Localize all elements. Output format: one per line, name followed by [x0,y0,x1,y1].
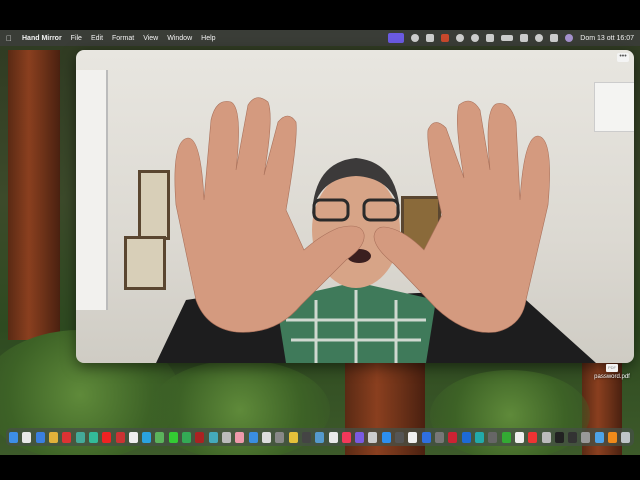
app-icon-16[interactable] [355,431,365,443]
app-icon-15[interactable] [328,431,338,443]
app-name-menu[interactable]: Hand Mirror [22,35,62,42]
app-icon-30[interactable] [568,431,578,443]
window-options-button[interactable]: ••• [617,53,629,62]
menu-file[interactable]: File [71,35,82,42]
control-center-icon[interactable] [550,34,559,42]
battery-icon[interactable] [501,35,514,41]
folder-icon[interactable] [594,431,604,443]
screen-icon[interactable] [486,34,495,42]
app-icon-8[interactable] [222,431,231,443]
desktop-file-label: password.pdf [594,374,630,380]
app-icon-24[interactable] [488,431,498,443]
messages-icon[interactable] [168,431,178,443]
menu-format[interactable]: Format [112,35,134,42]
safari-icon[interactable] [35,431,45,443]
app-icon-17[interactable] [368,431,378,443]
trash-icon[interactable] [621,431,631,443]
telegram-icon[interactable] [142,431,152,443]
app-icon-7[interactable] [208,431,218,443]
launchpad-icon[interactable] [22,431,32,443]
app-icon-10[interactable] [261,431,271,443]
upload-icon[interactable] [426,34,435,42]
app-icon-23[interactable] [474,431,484,443]
dock [6,428,634,446]
app-store-icon[interactable] [381,431,391,443]
app-icon-14[interactable] [315,431,325,443]
pdf-file-icon: PDF [606,364,618,372]
app-icon-22[interactable] [461,431,471,443]
camera-feed [156,97,596,363]
status-area: Dom 13 ott 16:07 [388,30,634,46]
play-icon[interactable] [471,34,480,42]
fire-icon[interactable] [441,34,450,42]
menu-bar:  Hand Mirror File Edit Format View Wind… [0,30,640,46]
app-icon-12[interactable] [288,431,298,443]
app-icon-6[interactable] [195,431,205,443]
photos-icon[interactable] [235,431,245,443]
record-icon[interactable] [411,34,420,42]
youtube-icon[interactable] [102,431,112,443]
vlc-icon[interactable] [608,431,618,443]
apple-icon[interactable]:  [6,34,16,43]
screen-share-icon[interactable] [388,33,405,43]
hand-mirror-window[interactable]: ••• [76,50,634,363]
app-icon-13[interactable] [301,431,311,443]
music-icon[interactable] [341,431,351,443]
wallpaper-trunk-left [8,50,60,340]
app-icon-28[interactable] [541,431,551,443]
app-icon-20[interactable] [435,431,444,443]
siri-icon[interactable] [565,34,574,42]
app-icon-3[interactable] [88,431,98,443]
app-icon-27[interactable] [528,431,538,443]
maps-icon[interactable] [155,431,165,443]
gmail-icon[interactable] [128,431,138,443]
menu-window[interactable]: Window [167,35,192,42]
finder-icon[interactable] [9,431,18,443]
app-icon-2[interactable] [75,431,85,443]
dropbox-icon[interactable] [421,431,431,443]
search-icon[interactable] [535,34,544,42]
menu-help[interactable]: Help [201,35,215,42]
menu-edit[interactable]: Edit [91,35,103,42]
app-icon-29[interactable] [554,431,564,443]
app-icon-21[interactable] [448,431,458,443]
app-icon-4[interactable] [115,431,125,443]
app-icon-18[interactable] [395,431,405,443]
app-icon-19[interactable] [408,431,418,443]
menubar-clock[interactable]: Dom 13 ott 16:07 [580,35,634,42]
app-icon-11[interactable] [275,431,285,443]
chrome-icon[interactable] [48,431,58,443]
eye-icon[interactable] [456,34,465,42]
app-icon-9[interactable] [248,431,258,443]
app-icon-5[interactable] [182,431,192,443]
menu-view[interactable]: View [143,35,158,42]
app-icon-1[interactable] [62,431,72,443]
app-icon-26[interactable] [514,431,524,443]
wifi-icon[interactable] [520,34,529,42]
app-icon-25[interactable] [501,431,511,443]
app-icon-31[interactable] [581,431,591,443]
desktop-file-password[interactable]: PDF password.pdf [592,364,632,380]
